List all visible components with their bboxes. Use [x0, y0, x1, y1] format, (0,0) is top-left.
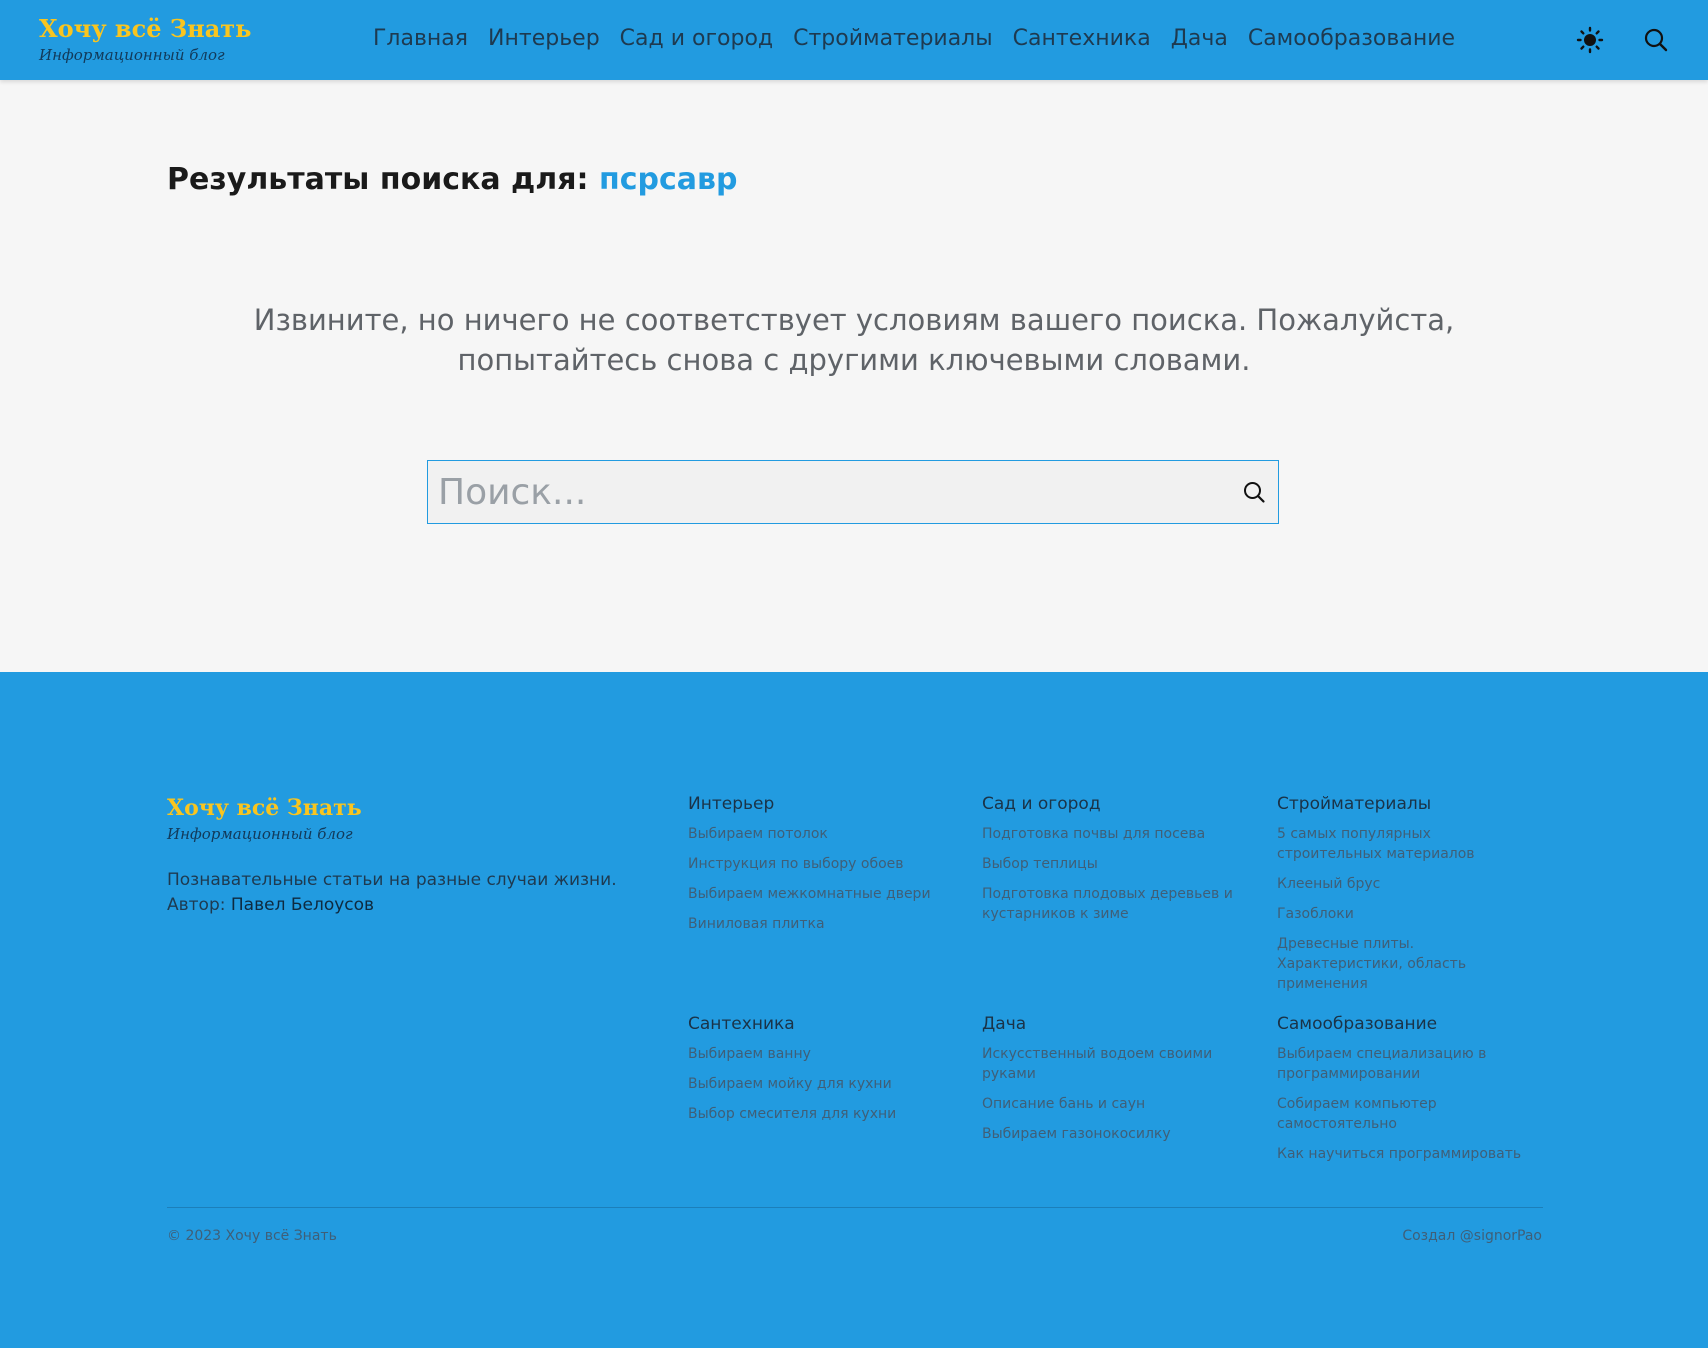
- footer-link[interactable]: Искусственный водоем своими руками: [982, 1044, 1242, 1084]
- footer-link[interactable]: Выбор смесителя для кухни: [688, 1104, 948, 1124]
- footer-link[interactable]: Выбираем специализацию в программировани…: [1277, 1044, 1537, 1084]
- logo-subtitle: Информационный блог: [39, 46, 225, 64]
- theme-toggle-button[interactable]: [1574, 24, 1606, 56]
- footer-description-text: Познавательные статьи на разные случаи ж…: [167, 870, 617, 890]
- footer-link[interactable]: Инструкция по выбору обоев: [688, 854, 948, 874]
- footer-column-title[interactable]: Дача: [982, 1012, 1242, 1036]
- footer-author: Автор: Павел Белоусов: [167, 893, 637, 918]
- nav-item-garden[interactable]: Сад и огород: [620, 26, 773, 51]
- footer-logo[interactable]: Хочу всё Знать Информационный блог: [167, 794, 362, 844]
- footer-column-dacha: Дача Искусственный водоем своими руками …: [982, 1012, 1242, 1154]
- nav-item-self-education[interactable]: Самообразование: [1248, 26, 1455, 51]
- footer-link[interactable]: Собираем компьютер самостоятельно: [1277, 1094, 1537, 1134]
- search-input[interactable]: [428, 461, 1188, 523]
- footer-column-plumbing: Сантехника Выбираем ванну Выбираем мойку…: [688, 1012, 948, 1134]
- footer-link[interactable]: Клееный брус: [1277, 874, 1537, 894]
- search-form: [427, 460, 1279, 524]
- footer-link[interactable]: Древесные плиты. Характеристики, область…: [1277, 934, 1537, 994]
- site-logo[interactable]: Хочу всё Знать Информационный блог: [39, 14, 251, 65]
- footer-link[interactable]: Газоблоки: [1277, 904, 1537, 924]
- footer-link[interactable]: Виниловая плитка: [688, 914, 948, 934]
- footer-credit-link[interactable]: Создал @signorPao: [1402, 1228, 1542, 1244]
- footer-column-title[interactable]: Интерьер: [688, 792, 948, 816]
- results-heading-prefix: Результаты поиска для:: [167, 162, 589, 197]
- footer-column-title[interactable]: Сад и огород: [982, 792, 1242, 816]
- main-nav: Главная Интерьер Сад и огород Стройматер…: [373, 22, 1455, 54]
- footer-author-label: Автор:: [167, 895, 226, 915]
- footer-link[interactable]: Выбираем ванну: [688, 1044, 948, 1064]
- nav-item-building-materials[interactable]: Стройматериалы: [793, 26, 993, 51]
- search-submit-button[interactable]: [1238, 476, 1270, 508]
- nav-item-dacha[interactable]: Дача: [1171, 26, 1228, 51]
- search-icon: [1244, 482, 1265, 503]
- footer-link[interactable]: Подготовка почвы для посева: [982, 824, 1242, 844]
- footer-link[interactable]: Как научиться программировать: [1277, 1144, 1537, 1164]
- footer-column-title[interactable]: Стройматериалы: [1277, 792, 1537, 816]
- nav-item-interior[interactable]: Интерьер: [488, 26, 600, 51]
- footer-link[interactable]: Подготовка плодовых деревьев и кустарник…: [982, 884, 1242, 924]
- search-icon: [1644, 28, 1668, 52]
- footer-column-garden: Сад и огород Подготовка почвы для посева…: [982, 792, 1242, 934]
- footer-link[interactable]: Выбор теплицы: [982, 854, 1242, 874]
- footer-link[interactable]: Выбираем потолок: [688, 824, 948, 844]
- footer-link[interactable]: Выбираем мойку для кухни: [688, 1074, 948, 1094]
- search-term: псрсавр: [598, 162, 738, 197]
- footer-column-building-materials: Стройматериалы 5 самых популярных строит…: [1277, 792, 1537, 1004]
- footer-link[interactable]: Выбираем межкомнатные двери: [688, 884, 948, 904]
- footer-column-title[interactable]: Самообразование: [1277, 1012, 1537, 1036]
- footer-link[interactable]: Выбираем газонокосилку: [982, 1124, 1242, 1144]
- footer-link[interactable]: Описание бань и саун: [982, 1094, 1242, 1114]
- no-results-message: Извините, но ничего не соответствует усл…: [253, 303, 1455, 377]
- footer-logo-subtitle: Информационный блог: [167, 825, 353, 843]
- logo-title[interactable]: Хочу всё Знать: [39, 14, 251, 44]
- nav-item-plumbing[interactable]: Сантехника: [1013, 26, 1151, 51]
- footer-divider: [167, 1207, 1543, 1208]
- footer-author-link[interactable]: Павел Белоусов: [231, 895, 374, 915]
- footer-description: Познавательные статьи на разные случаи ж…: [167, 868, 637, 918]
- nav-item-home[interactable]: Главная: [373, 26, 468, 51]
- footer-column-self-education: Самообразование Выбираем специализацию в…: [1277, 1012, 1537, 1174]
- footer-link[interactable]: 5 самых популярных строительных материал…: [1277, 824, 1537, 864]
- page-title: Результаты поиска для: псрсавр: [167, 162, 737, 202]
- footer-column-title[interactable]: Сантехника: [688, 1012, 948, 1036]
- site-header: Хочу всё Знать Информационный блог Главн…: [0, 0, 1708, 80]
- sun-icon: [1576, 26, 1604, 54]
- footer-copyright: © 2023 Хочу всё Знать: [167, 1228, 337, 1244]
- footer-column-interior: Интерьер Выбираем потолок Инструкция по …: [688, 792, 948, 944]
- footer-logo-title[interactable]: Хочу всё Знать: [167, 794, 362, 822]
- main-content: Результаты поиска для: псрсавр Извините,…: [0, 80, 1708, 672]
- header-search-button[interactable]: [1640, 24, 1672, 56]
- site-footer: Хочу всё Знать Информационный блог Позна…: [0, 672, 1708, 1348]
